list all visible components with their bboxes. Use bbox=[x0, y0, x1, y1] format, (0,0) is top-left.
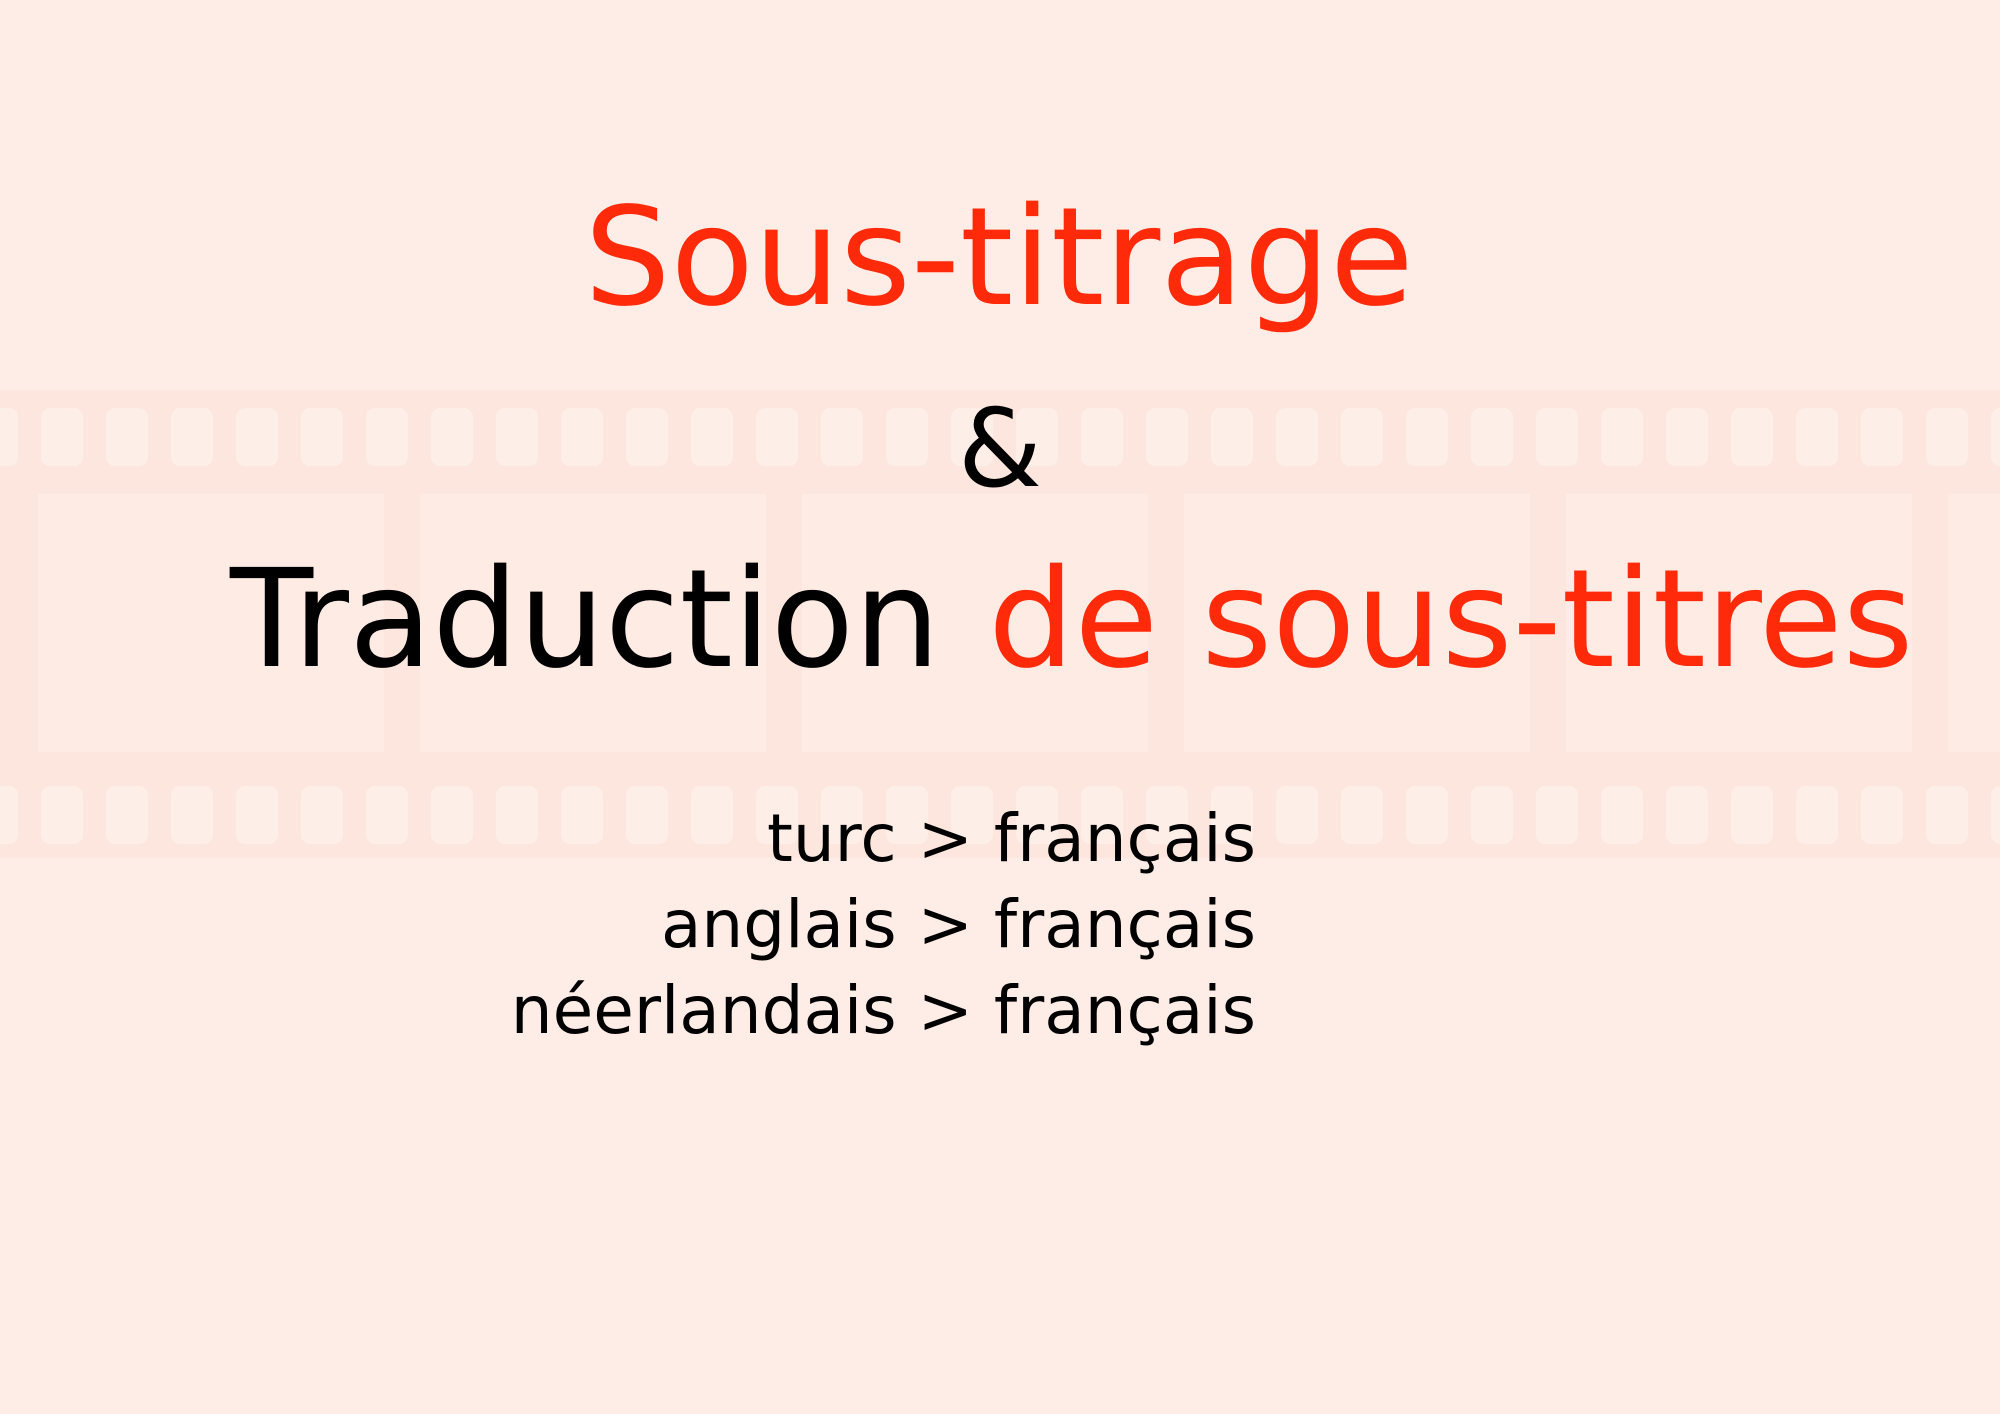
title-of-subtitles: de sous-titres bbox=[988, 541, 1914, 699]
filmstrip-perforation bbox=[1406, 786, 1448, 844]
filmstrip-perforation bbox=[106, 786, 148, 844]
filmstrip-perforation bbox=[236, 786, 278, 844]
title-subtitling: Sous-titrage bbox=[584, 179, 1414, 337]
filmstrip-perforation bbox=[301, 786, 343, 844]
filmstrip-frame bbox=[1948, 494, 2000, 752]
filmstrip-perforation bbox=[1601, 786, 1643, 844]
filmstrip-perforation bbox=[1731, 786, 1773, 844]
title-ampersand: & bbox=[957, 387, 1043, 512]
filmstrip-perforation bbox=[1276, 786, 1318, 844]
filmstrip-perforation bbox=[366, 786, 408, 844]
filmstrip-perforation bbox=[171, 786, 213, 844]
filmstrip-perforation bbox=[1861, 786, 1903, 844]
filmstrip-perforation bbox=[1991, 786, 2000, 844]
poster-page: Sous-titrage & Traduction de sous-titres … bbox=[0, 0, 2000, 1414]
language-pairs-list: turc > français anglais > français néerl… bbox=[511, 796, 1256, 1054]
language-pair-english-french: anglais > français bbox=[660, 886, 1256, 963]
title-subtitle-translation: Traduction de sous-titres bbox=[230, 552, 1913, 688]
filmstrip-perforation bbox=[1536, 786, 1578, 844]
title-translation-word: Traduction bbox=[230, 541, 941, 699]
filmstrip-perforation bbox=[1926, 786, 1968, 844]
filmstrip-perforation bbox=[1341, 786, 1383, 844]
filmstrip-perforation bbox=[1666, 786, 1708, 844]
language-pair-turkish-french: turc > français bbox=[766, 800, 1256, 877]
filmstrip-perforation bbox=[0, 786, 18, 844]
filmstrip-perforation bbox=[1471, 786, 1513, 844]
language-pair-dutch-french: néerlandais > français bbox=[510, 972, 1256, 1049]
filmstrip-perforation bbox=[431, 786, 473, 844]
filmstrip-perforation bbox=[1796, 786, 1838, 844]
filmstrip-perforation bbox=[41, 786, 83, 844]
